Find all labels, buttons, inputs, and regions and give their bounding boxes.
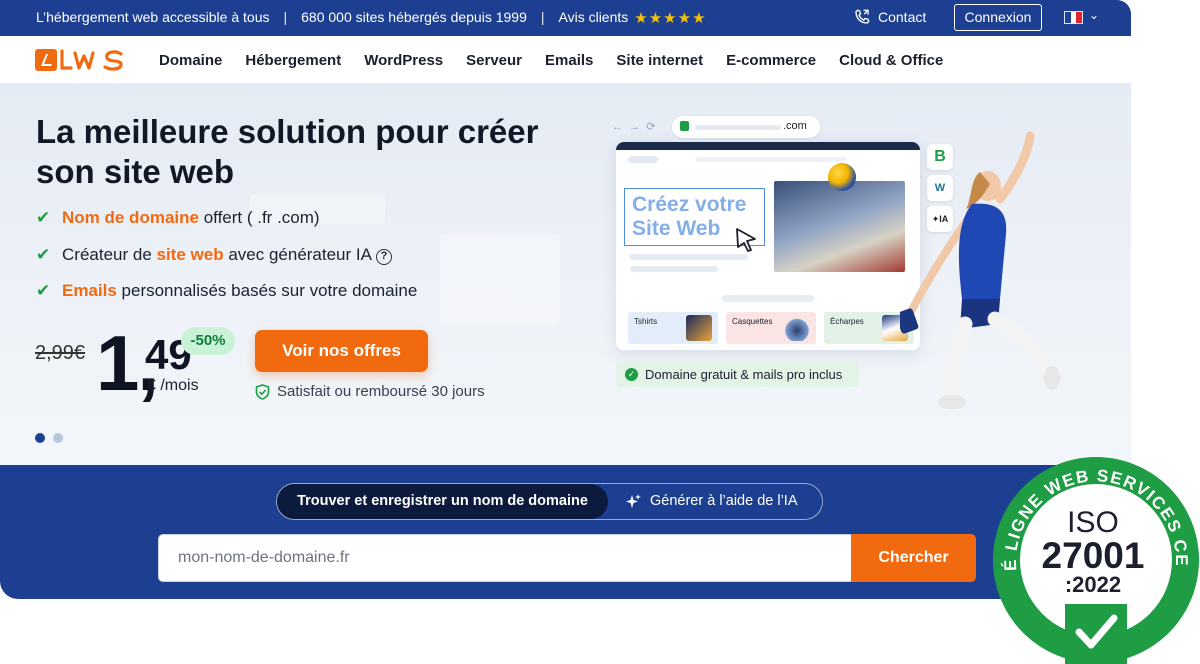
feature-text: Nom de domaine offert ( .fr .com) <box>62 208 320 228</box>
contact-label: Contact <box>878 9 927 25</box>
cursor-icon <box>736 228 756 252</box>
nav-item-emails[interactable]: Emails <box>545 52 593 69</box>
page: L’hébergement web accessible à tous | 68… <box>0 0 1131 599</box>
iso-certification-badge: SOCIÉTÉ LIGNE WEB SERVICES CERTIFIÉE ISO… <box>991 456 1199 664</box>
tshirt-icon <box>686 315 712 341</box>
feature-highlight[interactable]: Nom de domaine <box>62 208 199 227</box>
search-button[interactable]: Chercher <box>851 534 976 582</box>
separator: | <box>283 9 288 25</box>
iso-number: 27001 <box>1042 535 1145 576</box>
guarantee: Satisfait ou remboursé 30 jours <box>255 383 485 400</box>
feature-text: Emails personnalisés basés sur votre dom… <box>62 281 417 301</box>
nav-item-ecommerce[interactable]: E-commerce <box>726 52 816 69</box>
feature-rest: offert ( .fr .com) <box>198 208 320 227</box>
carousel-dot[interactable] <box>53 433 63 443</box>
top-bar-info: L’hébergement web accessible à tous | 68… <box>36 9 707 27</box>
main-nav: Domaine Hébergement WordPress Serveur Em… <box>0 36 1131 84</box>
website-mockup: Créez votre Site Web Tshirts Casquettes … <box>616 142 920 350</box>
domain-search-input[interactable] <box>158 534 852 582</box>
nav-item-domaine[interactable]: Domaine <box>159 52 222 69</box>
tagline: L’hébergement web accessible à tous <box>36 9 270 25</box>
see-offers-button[interactable]: Voir nos offres <box>255 330 428 372</box>
shield-check-icon <box>255 383 270 400</box>
nav-item-hebergement[interactable]: Hébergement <box>245 52 341 69</box>
top-bar: L’hébergement web accessible à tous | 68… <box>0 0 1131 36</box>
guarantee-text: Satisfait ou remboursé 30 jours <box>277 383 485 400</box>
reviews-link[interactable]: Avis clients <box>559 9 629 27</box>
url-tld: .com <box>783 120 807 132</box>
tab-ai-label: Générer à l’aide de l’IA <box>650 493 798 509</box>
background-shape <box>440 234 560 324</box>
carousel-dot-active[interactable] <box>35 433 45 443</box>
hero-title: La meilleure solution pour créer son sit… <box>36 113 539 190</box>
check-icon: ✔ <box>36 281 51 300</box>
feature-rest: avec générateur IA <box>223 244 372 264</box>
nav-item-site-internet[interactable]: Site internet <box>616 52 703 69</box>
language-flag-icon[interactable] <box>1064 11 1083 24</box>
sparkle-icon <box>626 493 641 508</box>
mockup-text-line <box>630 254 748 260</box>
nav-item-serveur[interactable]: Serveur <box>466 52 522 69</box>
domain-search-band: Trouver et enregistrer un nom de domaine… <box>0 465 1131 599</box>
tab-ai-generate[interactable]: Générer à l’aide de l’IA <box>624 484 798 519</box>
check-icon: ✔ <box>36 244 51 264</box>
feature-highlight[interactable]: Emails <box>62 281 117 300</box>
sites-count: 680 000 sites hébergés depuis 1999 <box>301 9 527 25</box>
free-domain-text: Domaine gratuit & mails pro inclus <box>645 366 843 382</box>
lock-icon <box>680 121 689 131</box>
mockup-text-line <box>630 266 718 272</box>
mockup-section-bar <box>722 295 814 302</box>
browser-nav-icon: ← → ⟳ <box>612 121 656 133</box>
help-icon[interactable]: ? <box>375 248 392 265</box>
old-price: 2,99€ <box>35 342 86 364</box>
feature-item: ✔ Emails personnalisés basés sur votre d… <box>36 281 417 318</box>
mockup-headline: Créez votre <box>632 193 747 216</box>
url-field: .com <box>672 116 820 138</box>
volleyball-icon <box>828 163 856 191</box>
iso-year: :2022 <box>1065 572 1121 597</box>
phone-icon <box>855 9 870 24</box>
feature-before: Créateur de <box>62 244 157 264</box>
hero-banner: La meilleure solution pour créer son sit… <box>0 84 1131 465</box>
product-label: Casquettes <box>732 317 773 326</box>
check-icon: ✔ <box>36 208 51 227</box>
feature-list: ✔ Nom de domaine offert ( .fr .com) ✔ Cr… <box>36 208 417 318</box>
nav-item-wordpress[interactable]: WordPress <box>364 52 443 69</box>
free-domain-badge: ✓ Domaine gratuit & mails pro inclus <box>616 361 859 387</box>
product-card: Casquettes <box>726 312 816 344</box>
product-label: Tshirts <box>634 317 658 326</box>
check-circle-icon: ✓ <box>625 367 638 381</box>
contact-link[interactable]: Contact <box>853 8 926 26</box>
url-placeholder-line <box>695 125 781 130</box>
feature-rest: personnalisés basés sur votre domaine <box>116 281 418 300</box>
mockup-logo-bar <box>628 156 658 163</box>
discount-badge: -50% <box>181 327 235 355</box>
mockup-menu-bar <box>696 157 846 162</box>
chevron-down-icon[interactable]: ⌄ <box>1089 8 1099 22</box>
lws-logo[interactable] <box>35 47 125 73</box>
nav-menu: Domaine Hébergement WordPress Serveur Em… <box>159 52 966 69</box>
volleyball-player-image <box>900 131 1060 409</box>
cap-icon <box>784 315 810 341</box>
feature-highlight[interactable]: site web <box>157 245 224 264</box>
mockup-products: Tshirts Casquettes Écharpes <box>628 312 914 344</box>
feature-text: Créateur de site web avec générateur IA? <box>62 245 392 265</box>
nav-item-cloud-office[interactable]: Cloud & Office <box>839 52 943 69</box>
login-button[interactable]: Connexion <box>954 4 1042 31</box>
separator: | <box>540 9 545 25</box>
product-label: Écharpes <box>830 317 864 326</box>
feature-item: ✔ Nom de domaine offert ( .fr .com) <box>36 208 417 245</box>
browser-url-bar: ← → ⟳ .com <box>612 116 820 138</box>
price-unit: € /mois <box>147 377 199 394</box>
carousel-dots <box>35 433 63 443</box>
mockup-header-strip <box>616 142 920 150</box>
volleyball-photo <box>774 181 905 272</box>
search-tabs: Trouver et enregistrer un nom de domaine… <box>276 483 823 520</box>
feature-item: ✔ Créateur de site web avec générateur I… <box>36 245 417 282</box>
rating-stars-icon: ★★★★★ <box>634 10 707 27</box>
product-card: Tshirts <box>628 312 718 344</box>
tab-find-domain[interactable]: Trouver et enregistrer un nom de domaine <box>277 484 608 519</box>
